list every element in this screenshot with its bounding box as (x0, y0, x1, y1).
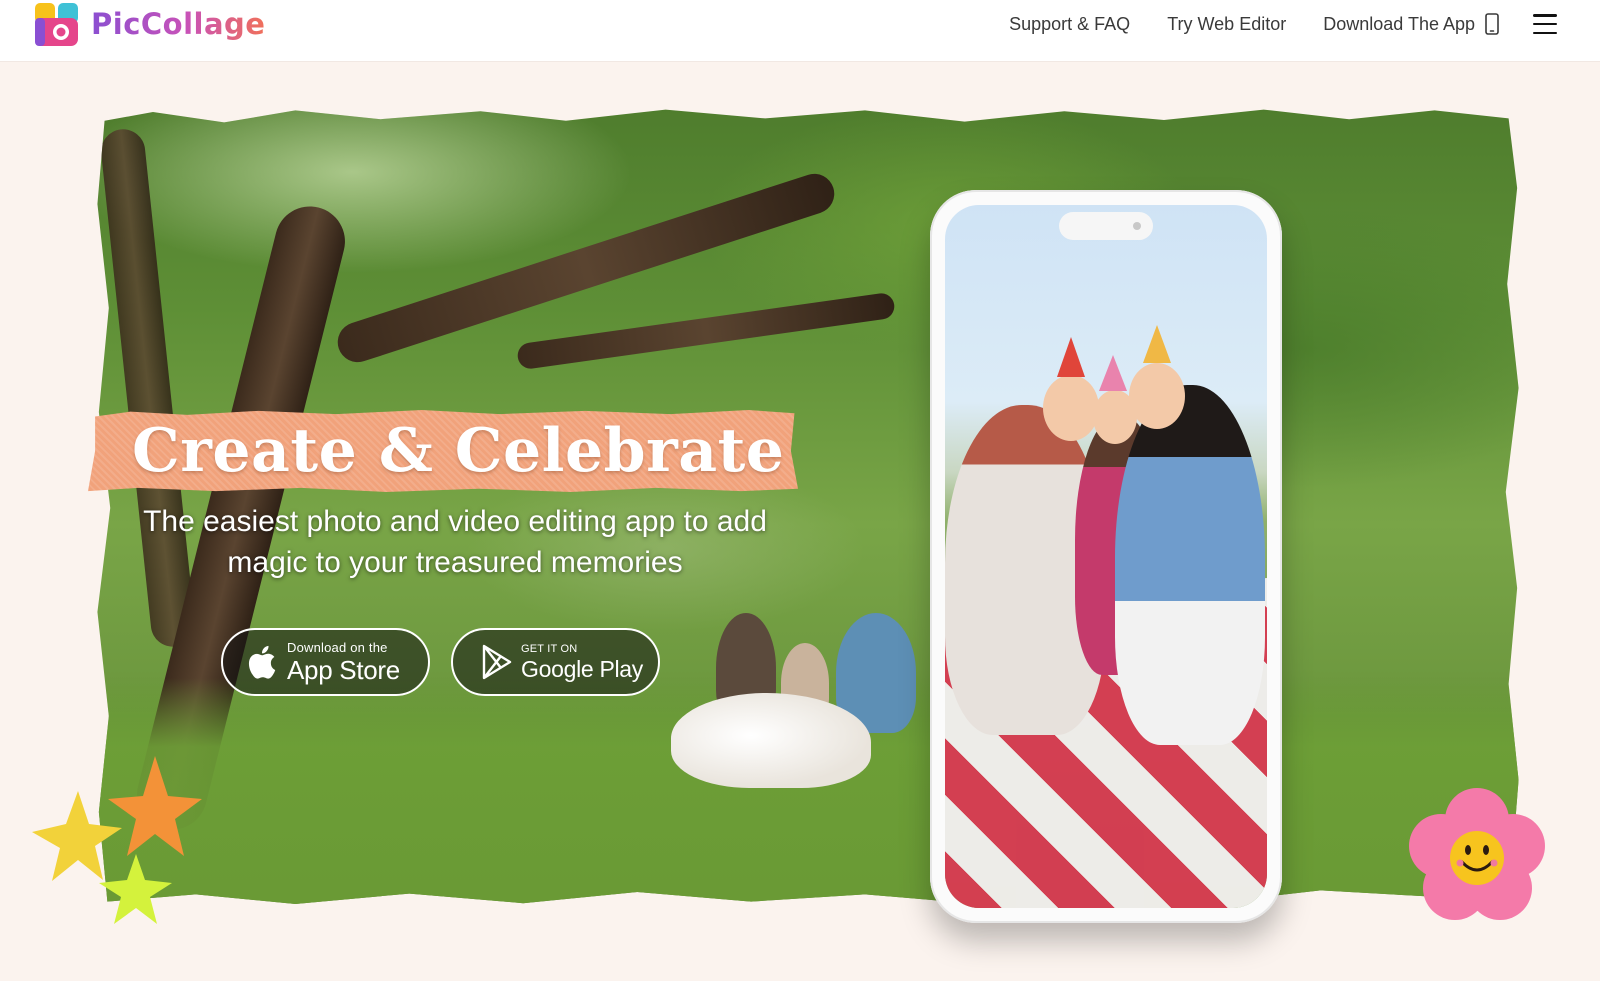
menu-bar (1533, 31, 1557, 34)
google-play-text: GET IT ON Google Play (521, 642, 643, 682)
nav-link-download-label: Download The App (1323, 13, 1475, 34)
party-hat (1057, 337, 1085, 377)
party-hat (1099, 355, 1127, 391)
app-store-text: Download on the App Store (287, 641, 400, 683)
phone-mockup (930, 190, 1282, 923)
flower-smiley-sticker-icon (1409, 788, 1545, 920)
top-navigation: PicCollage Support & FAQ Try Web Editor … (0, 0, 1600, 62)
google-play-small-label: GET IT ON (521, 642, 578, 655)
hamburger-menu-icon[interactable] (1533, 14, 1557, 34)
apple-icon (248, 645, 276, 679)
google-play-label: Google Play (521, 655, 643, 682)
hero-headline: Create & Celebrate (132, 416, 785, 486)
brand-home-link[interactable]: PicCollage (34, 2, 265, 46)
google-play-button[interactable]: GET IT ON Google Play (451, 628, 660, 696)
nav-link-try-web-editor[interactable]: Try Web Editor (1167, 14, 1286, 35)
white-dog (671, 693, 871, 788)
nav-link-support-faq[interactable]: Support & FAQ (1009, 14, 1130, 35)
brand-name: PicCollage (91, 7, 266, 41)
menu-bar (1533, 22, 1557, 26)
app-store-small-label: Download on the (287, 640, 388, 655)
dynamic-island (1059, 212, 1153, 240)
hero-subheadline: The easiest photo and video editing app … (143, 505, 767, 579)
phone-screen-photo (945, 205, 1267, 908)
person-figure (1115, 385, 1265, 745)
face (1129, 363, 1185, 429)
menu-bar (1533, 14, 1557, 17)
phone-icon (1485, 13, 1499, 35)
nav-links: Support & FAQ Try Web Editor Download Th… (1009, 0, 1600, 48)
star-sticker-icon (32, 756, 202, 924)
face (1043, 375, 1099, 441)
app-store-button[interactable]: Download on the App Store (221, 628, 430, 696)
party-hat (1143, 325, 1171, 363)
tree-branch (516, 291, 896, 371)
app-store-label: App Store (287, 655, 400, 685)
piccollage-logo-icon (35, 2, 78, 46)
nav-link-download-app[interactable]: Download The App (1323, 13, 1499, 35)
google-play-icon (482, 644, 512, 680)
